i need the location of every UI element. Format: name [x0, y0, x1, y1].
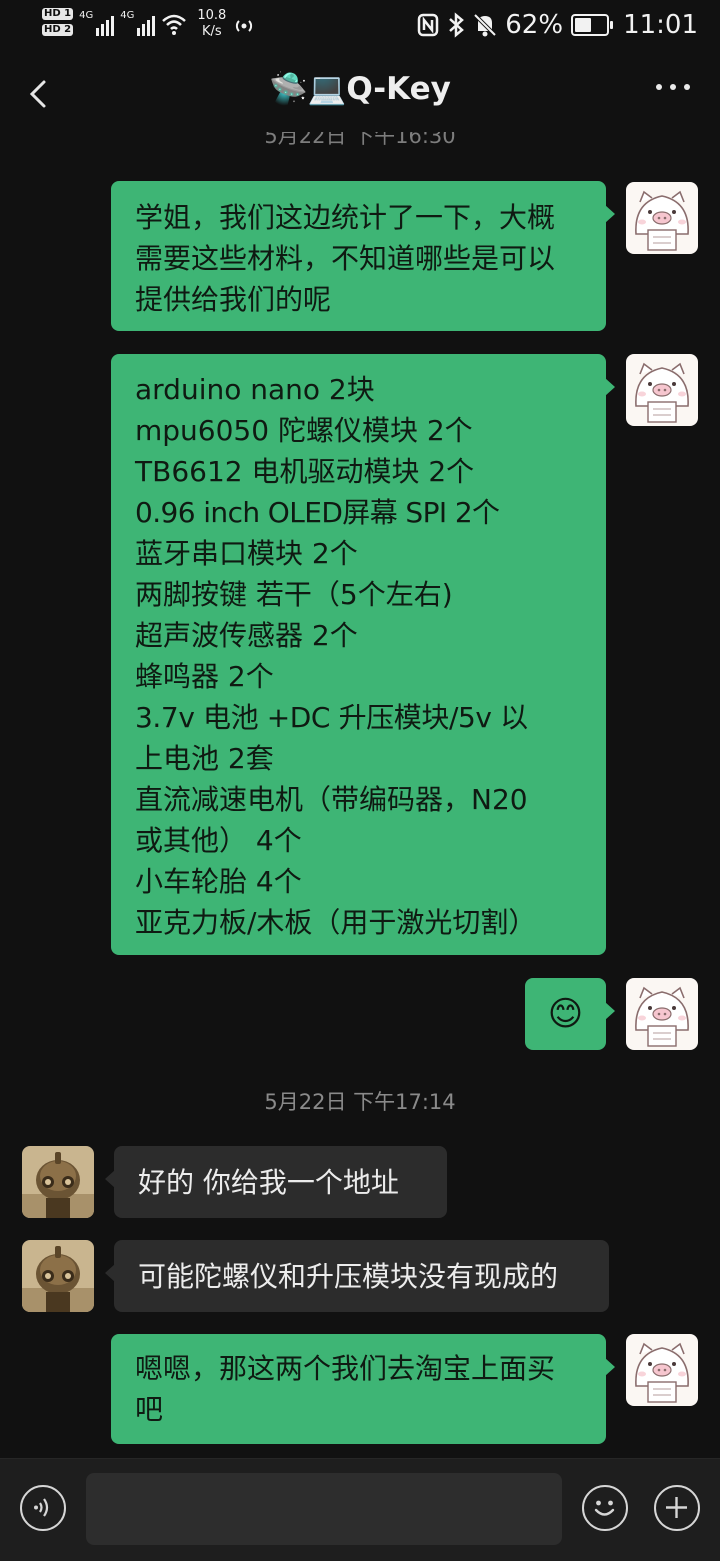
speed-unit: K/s	[201, 24, 222, 39]
message-text: 学姐，我们这边统计了一下，大概 需要这些材料，不知道哪些是可以 提供给我们的呢	[135, 197, 555, 320]
status-right: 62% 11:01	[417, 10, 698, 40]
more-button[interactable]	[656, 84, 690, 90]
message-line: 亚克力板/木板（用于激光切割）	[135, 906, 537, 939]
message-line: 蜂鸣器 2个	[135, 660, 274, 693]
nfc-icon	[418, 13, 439, 37]
message-bubble[interactable]: 嗯嗯，那这两个我们去淘宝上面买 吧	[111, 1334, 615, 1444]
message-line: 蓝牙串口模块 2个	[135, 537, 358, 570]
signal-icon: 4G	[120, 10, 156, 36]
network-type-2: 4G	[120, 10, 135, 21]
contact-avatar[interactable]	[22, 1146, 94, 1218]
message-text: arduino nano 2块 mpu6050 陀螺仪模块 2个 TB6612 …	[135, 369, 536, 943]
contact-avatar[interactable]	[22, 1240, 94, 1312]
signal-icon: 4G	[79, 10, 115, 36]
pig-avatar-icon	[626, 354, 698, 426]
emoji-icon	[594, 1500, 615, 1516]
message-line: 0.96 inch OLED屏幕 SPI 2个	[135, 496, 500, 529]
message-line: TB6612 电机驱动模块 2个	[135, 455, 475, 488]
message-line: 小车轮胎 4个	[135, 865, 302, 898]
message-input[interactable]	[86, 1473, 562, 1545]
message-line: 直流减速电机（带编码器，N20	[135, 783, 528, 816]
message-line: 好的 你给我一个地址	[138, 1166, 399, 1199]
message-bubble[interactable]: 😊	[525, 978, 615, 1050]
message-bubble[interactable]: arduino nano 2块 mpu6050 陀螺仪模块 2个 TB6612 …	[111, 354, 615, 955]
my-avatar[interactable]	[626, 182, 698, 254]
battery-percent: 62%	[505, 10, 564, 40]
hotspot-icon	[236, 20, 253, 32]
clock: 11:01	[623, 10, 698, 40]
chat-title: 🛸💻Q-Key	[269, 71, 451, 107]
timestamp: 5月22日 下午17:14	[264, 1090, 456, 1114]
status-bar: HD 1 HD 2 4G 4G 10.8 K/s 62% 11:01	[0, 0, 720, 52]
pig-avatar-icon	[626, 978, 698, 1050]
message-line: 需要这些材料，不知道哪些是可以	[135, 242, 556, 275]
message-line: 可能陀螺仪和升压模块没有现成的	[138, 1260, 559, 1293]
bluetooth-icon	[449, 12, 465, 38]
smile-emoji: 😊	[547, 994, 584, 1034]
plus-icon	[666, 1497, 687, 1518]
bell-mute-icon	[473, 13, 497, 37]
message-line: 两脚按键 若干（5个左右)	[135, 578, 453, 611]
my-avatar[interactable]	[626, 978, 698, 1050]
message-bubble[interactable]: 可能陀螺仪和升压模块没有现成的	[105, 1240, 609, 1312]
message-line: 学姐，我们这边统计了一下，大概	[135, 201, 556, 234]
message-line: 嗯嗯，那这两个我们去淘宝上面买	[135, 1352, 556, 1385]
voice-icon	[34, 1498, 49, 1517]
pig-avatar-icon	[626, 182, 698, 254]
emoji-button[interactable]	[582, 1485, 628, 1531]
more-dots-icon	[656, 84, 662, 90]
message-line: 或其他） 4个	[135, 824, 302, 857]
status-left: HD 1 HD 2 4G 4G 10.8 K/s	[42, 8, 256, 40]
plus-button[interactable]	[654, 1485, 700, 1531]
input-bar	[0, 1458, 720, 1561]
hd1-badge: HD 1	[42, 8, 74, 20]
message-bubble[interactable]: 好的 你给我一个地址	[105, 1146, 447, 1218]
hd2-badge: HD 2	[42, 24, 74, 36]
message-line: 3.7v 电池 +DC 升压模块/5v 以	[135, 701, 528, 734]
battery-icon	[571, 14, 614, 36]
my-avatar[interactable]	[626, 354, 698, 426]
wifi-icon	[162, 14, 187, 35]
robot-avatar-icon	[22, 1146, 94, 1218]
speed-value: 10.8	[197, 8, 227, 23]
message-line: mpu6050 陀螺仪模块 2个	[135, 414, 473, 447]
chat-header: 🛸💻Q-Key	[0, 56, 720, 132]
voice-button[interactable]	[20, 1485, 66, 1531]
my-avatar[interactable]	[626, 1334, 698, 1406]
robot-avatar-icon	[22, 1240, 94, 1312]
network-type-1: 4G	[79, 10, 94, 21]
message-line: 超声波传感器 2个	[135, 619, 358, 652]
message-bubble[interactable]: 学姐，我们这边统计了一下，大概 需要这些材料，不知道哪些是可以 提供给我们的呢	[111, 181, 615, 331]
hd-indicators: HD 1 HD 2	[42, 8, 74, 36]
message-text: 嗯嗯，那这两个我们去淘宝上面买 吧	[135, 1348, 555, 1430]
message-line: arduino nano 2块	[135, 373, 375, 406]
message-line: 提供给我们的呢	[135, 283, 332, 316]
message-line: 吧	[135, 1393, 164, 1426]
network-speed: 10.8 K/s	[197, 8, 226, 40]
pig-avatar-icon	[626, 1334, 698, 1406]
message-line: 上电池 2套	[135, 742, 274, 775]
